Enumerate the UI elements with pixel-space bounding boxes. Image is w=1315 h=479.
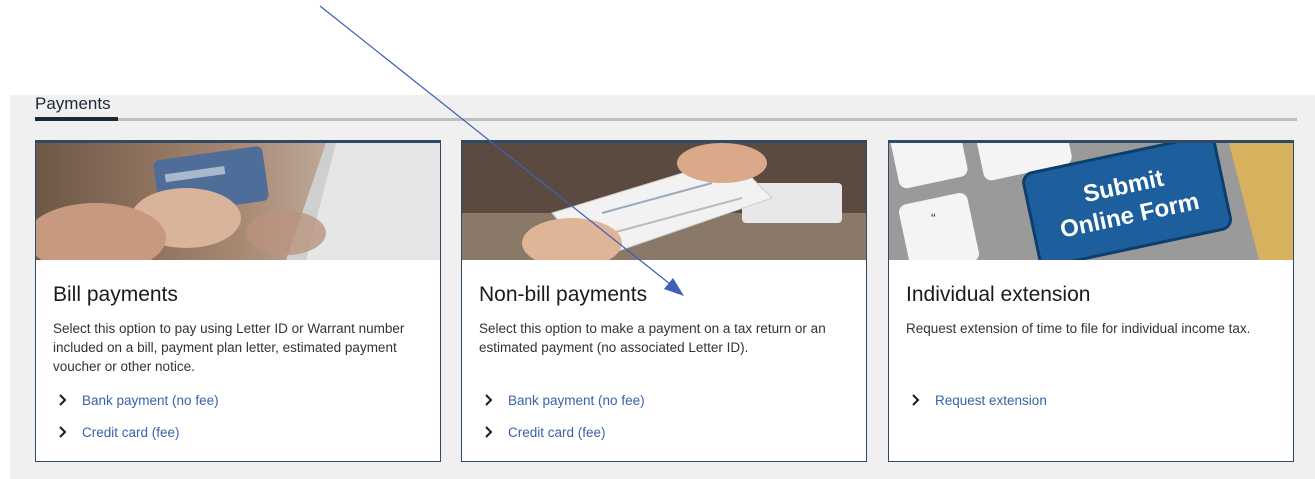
credit-card-link[interactable]: Credit card (fee) xyxy=(508,425,606,440)
section-divider xyxy=(35,118,1297,121)
link-item: Bank payment (no fee) xyxy=(58,384,219,416)
card-title: Bill payments xyxy=(53,283,178,306)
check-handoff-photo xyxy=(462,143,866,260)
svg-text:“: “ xyxy=(931,210,936,226)
chevron-right-icon xyxy=(59,394,67,406)
card-description: Select this option to pay using Letter I… xyxy=(53,321,405,374)
card-individual-extension: “ Submit Online Form Individual extensio… xyxy=(888,140,1294,462)
card-description: Request extension of time to file for in… xyxy=(906,321,1251,336)
request-extension-link[interactable]: Request extension xyxy=(935,393,1047,408)
credit-card-photo xyxy=(36,143,440,260)
card-links: Bank payment (no fee) Credit card (fee) xyxy=(484,384,645,448)
chevron-right-icon xyxy=(59,426,67,438)
section-title: Payments xyxy=(35,94,111,113)
keyboard-photo: “ Submit Online Form xyxy=(889,143,1293,260)
credit-card-link[interactable]: Credit card (fee) xyxy=(82,425,180,440)
section-divider-accent xyxy=(35,117,118,121)
card-links: Bank payment (no fee) Credit card (fee) xyxy=(58,384,219,448)
card-description: Select this option to make a payment on … xyxy=(479,321,826,355)
card-bill-payments: Bill payments Select this option to pay … xyxy=(35,140,441,462)
bank-payment-link[interactable]: Bank payment (no fee) xyxy=(82,393,219,408)
chevron-right-icon xyxy=(912,394,920,406)
link-item: Request extension xyxy=(911,384,1047,416)
link-item: Credit card (fee) xyxy=(484,416,645,448)
card-title: Individual extension xyxy=(906,283,1091,306)
link-item: Bank payment (no fee) xyxy=(484,384,645,416)
chevron-right-icon xyxy=(485,394,493,406)
chevron-right-icon xyxy=(485,426,493,438)
card-title: Non-bill payments xyxy=(479,283,648,306)
link-item: Credit card (fee) xyxy=(58,416,219,448)
card-links: Request extension xyxy=(911,384,1047,416)
bank-payment-link[interactable]: Bank payment (no fee) xyxy=(508,393,645,408)
card-non-bill-payments: Non-bill payments Select this option to … xyxy=(461,140,867,462)
